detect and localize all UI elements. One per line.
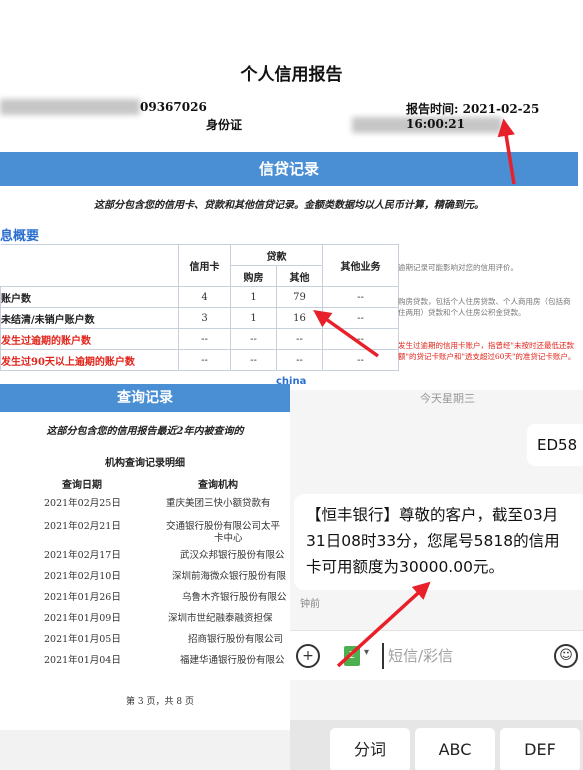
key-abc[interactable]: ABC	[415, 728, 495, 770]
table-cell: --	[276, 349, 323, 371]
key-def[interactable]: DEF	[500, 728, 580, 770]
sim-card-icon[interactable]: 2	[344, 646, 360, 666]
table-cell: --	[276, 328, 323, 350]
query-org: 福建华通银行股份有限公	[180, 655, 285, 666]
sms-input[interactable]	[382, 643, 542, 669]
table-cell: --	[322, 286, 399, 308]
table-cell: --	[322, 307, 399, 329]
row-label: 发生过逾期的账户数	[0, 328, 179, 350]
query-date: 2021年01月26日	[44, 592, 121, 603]
table-cell: --	[178, 328, 231, 350]
page-number: 第 3 页，共 8 页	[126, 697, 194, 707]
header-other: 其他	[276, 265, 323, 287]
query-org: 重庆美团三快小额贷款有	[166, 498, 271, 509]
sms-screen: 今天星期三 ED58 【恒丰银行】尊敬的客户，截至03月31日08时33分，您尾…	[290, 390, 583, 770]
table-cell: 16	[276, 307, 323, 329]
previous-message-bubble[interactable]: ED58	[527, 424, 583, 466]
query-date: 2021年02月21日	[44, 521, 121, 532]
table-cell: --	[322, 328, 399, 350]
query-org: 武汉众邦银行股份有限公	[180, 550, 285, 561]
sms-timestamp: 钟前	[300, 599, 320, 610]
header-house: 购房	[230, 265, 277, 287]
header-credit-card: 信用卡	[178, 244, 231, 287]
credit-summary-table: 信用卡 贷款 其他业务 购房 其他 账户数 4 1 79 -- 未结清/未销户账…	[0, 244, 399, 371]
emoji-icon[interactable]: ☺	[554, 644, 578, 668]
redacted-name	[0, 99, 140, 115]
table-row: 发生过逾期的账户数 -- -- -- --	[0, 328, 399, 350]
id-type: 身份证	[206, 118, 243, 132]
table-row: 未结清/未销户账户数 3 1 16 --	[0, 307, 399, 329]
query-org-line2: 卡中心	[214, 533, 243, 544]
query-org: 招商银行股份有限公司	[188, 634, 284, 645]
query-section-header: 查询记录	[0, 384, 290, 412]
add-icon[interactable]: +	[296, 644, 320, 668]
table-cell: 1	[230, 286, 277, 308]
table-cell: 79	[276, 286, 323, 308]
query-date: 2021年02月17日	[44, 550, 121, 561]
side-note-red: 发生过逾期的信用卡账户，指曾经"未按时还最低还款额"的贷记卡账户和"透支超过60…	[398, 341, 576, 361]
row-label: 未结清/未销户账户数	[0, 307, 179, 329]
query-org: 深圳前海微众银行股份有限	[172, 571, 287, 582]
side-note: 购房贷款，包括个人住房贷款、个人商用房（包括商住两用）贷款和个人住房公积金贷款。	[398, 297, 571, 317]
header-loan: 贷款	[230, 244, 323, 266]
table-cell: 1	[230, 307, 277, 329]
query-date: 2021年01月05日	[44, 634, 121, 645]
table-cell: --	[178, 349, 231, 371]
chevron-down-icon[interactable]: ▾	[364, 647, 369, 658]
table-cell: --	[230, 349, 277, 371]
header-other-business: 其他业务	[322, 244, 399, 287]
query-date: 2021年02月25日	[44, 498, 121, 509]
report-title: 个人信用报告	[240, 65, 343, 85]
summary-heading: 息概要	[0, 229, 40, 244]
query-date: 2021年01月09日	[44, 613, 121, 624]
table-cell: --	[322, 349, 399, 371]
query-org: 乌鲁木齐银行股份有限公	[182, 592, 287, 603]
query-subtitle: 机构查询记录明细	[105, 458, 185, 469]
query-org: 深圳市世纪融泰融资担保	[168, 613, 273, 624]
report-time: 报告时间: 2021-02-25 16:00:21	[406, 102, 540, 131]
table-cell: --	[230, 328, 277, 350]
row-label: 账户数	[0, 286, 179, 308]
table-row: 账户数 4 1 79 --	[0, 286, 399, 308]
query-date: 2021年01月04日	[44, 655, 121, 666]
query-col-date: 查询日期	[62, 480, 102, 491]
credit-section-note: 这部分包含您的信用卡、贷款和其他信贷记录。金额类数据均以人民币计算，精确到元。	[94, 200, 484, 211]
query-col-org: 查询机构	[198, 480, 238, 491]
table-cell: 4	[178, 286, 231, 308]
keyboard: 分词 ABC DEF	[290, 720, 583, 770]
credit-section-header: 信贷记录	[0, 152, 578, 186]
row-label: 发生过90天以上逾期的账户数	[0, 349, 179, 371]
table-cell: 3	[178, 307, 231, 329]
watermark-tag: china	[276, 376, 307, 387]
date-divider: 今天星期三	[420, 392, 475, 405]
key-fenci[interactable]: 分词	[330, 728, 410, 770]
id-number-suffix: 09367026	[140, 100, 207, 114]
side-note: 逾期记录可能影响对您的信用评价。	[398, 263, 518, 272]
table-row: 发生过90天以上逾期的账户数 -- -- -- --	[0, 349, 399, 371]
sms-message-bubble[interactable]: 【恒丰银行】尊敬的客户，截至03月31日08时33分，您尾号5818的信用卡可用…	[294, 494, 583, 590]
query-section-note: 这部分包含您的信用报告最近2年内被查询的	[46, 426, 244, 437]
query-date: 2021年02月10日	[44, 571, 121, 582]
compose-bar: + 2 ▾ ☺	[290, 630, 583, 680]
